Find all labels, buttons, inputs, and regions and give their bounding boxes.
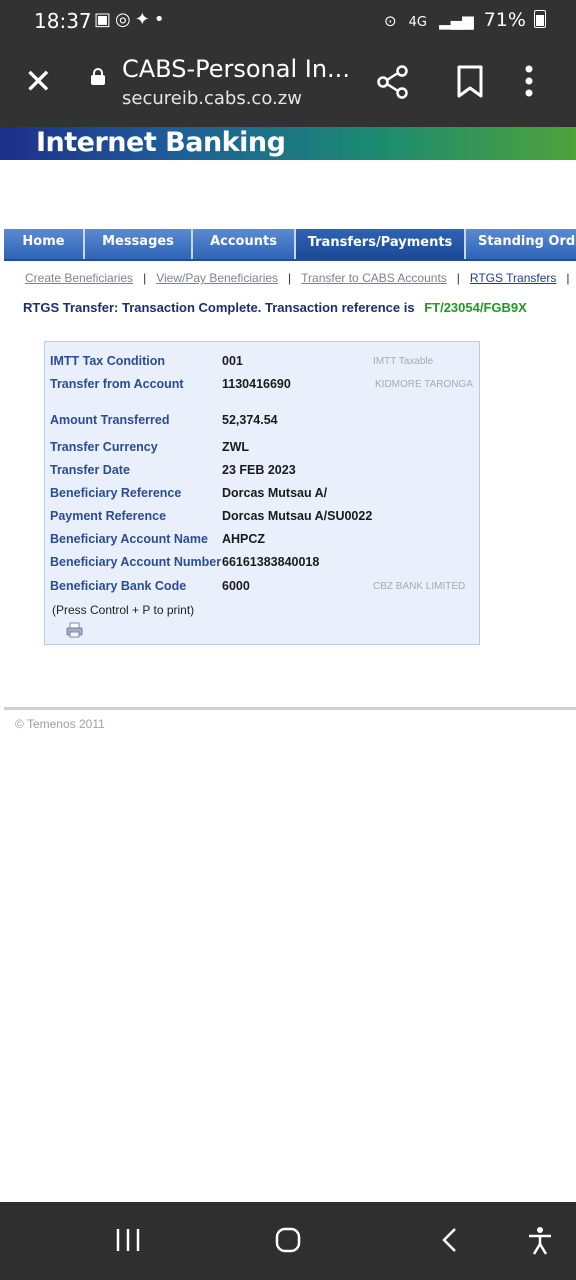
transaction-reference: FT/23054/FGB9X [424, 300, 527, 315]
detail-label: Amount Transferred [50, 413, 170, 427]
lock-icon [91, 68, 105, 85]
detail-value: 1130416690 [222, 377, 291, 391]
detail-label: Payment Reference [50, 509, 167, 523]
detail-value: 001 [222, 354, 243, 368]
back-icon[interactable] [440, 1226, 460, 1254]
detail-value: 23 FEB 2023 [222, 463, 296, 477]
tab-accounts[interactable]: Accounts [193, 229, 296, 259]
status-time: 18:37 [34, 9, 92, 33]
detail-label: Transfer from Account [50, 377, 184, 391]
notification-icons: ▣◎✦• [94, 9, 168, 30]
detail-value: 66161383840018 [222, 555, 320, 569]
detail-label: Beneficiary Reference [50, 486, 182, 500]
home-icon[interactable] [274, 1226, 302, 1254]
tab-messages[interactable]: Messages [85, 229, 193, 259]
transfer-details-panel: IMTT Tax Condition 001 IMTT Taxable Tran… [44, 341, 480, 645]
data-saver-icon: ⊙ [384, 12, 397, 30]
detail-label: Transfer Date [50, 463, 130, 477]
accessibility-icon[interactable] [527, 1226, 553, 1256]
printer-icon[interactable] [66, 622, 83, 638]
detail-label: Transfer Currency [50, 440, 158, 454]
copyright-text: © Temenos 2011 [15, 717, 105, 731]
battery-icon [534, 10, 546, 28]
detail-label: Beneficiary Account Name [50, 532, 208, 546]
detail-label: IMTT Tax Condition [50, 354, 166, 368]
tab-standing-orders[interactable]: Standing Orde [466, 229, 576, 259]
detail-value: 6000 [222, 579, 250, 593]
detail-note: IMTT Taxable [373, 356, 434, 367]
gallery-icon: ▣ [94, 9, 116, 30]
tab-home[interactable]: Home [4, 229, 85, 259]
page-url[interactable]: secureib.cabs.co.zw [122, 88, 302, 109]
detail-value: AHPCZ [222, 532, 266, 546]
detail-note: CBZ BANK LIMITED [373, 581, 466, 592]
more-options-icon[interactable] [524, 64, 534, 100]
browser-toolbar: ✕ CABS-Personal In... secureib.cabs.co.z… [0, 42, 576, 127]
bookmark-icon[interactable] [456, 64, 484, 100]
whatsapp-icon: ◎ [115, 9, 135, 30]
detail-note: KIDMORE TARONGA [375, 379, 473, 390]
dot-icon: • [153, 9, 169, 30]
battery-level: 71% [483, 9, 526, 31]
detail-value: Dorcas Mutsau A/ [222, 486, 328, 500]
link-view-pay-beneficiaries[interactable]: View/Pay Beneficiaries [156, 271, 278, 285]
network-type: 4G [408, 15, 428, 30]
bank-banner: Internet Banking [0, 127, 576, 160]
banner-brand: Internet Banking [36, 127, 286, 158]
detail-label: Beneficiary Account Number [50, 555, 222, 569]
twitter-icon: ✦ [134, 9, 154, 30]
page-title: CABS-Personal In... [122, 55, 350, 83]
tab-transfers-payments[interactable]: Transfers/Payments [296, 229, 466, 259]
close-icon[interactable]: ✕ [24, 62, 53, 102]
message-text: RTGS Transfer: Transaction Complete. Tra… [23, 300, 415, 315]
status-right: ⊙ 4G ▂▄▆ 71% [384, 9, 546, 31]
detail-value: Dorcas Mutsau A/SU0022 [222, 509, 373, 523]
footer-divider [4, 707, 576, 710]
link-rtgs-transfers[interactable]: RTGS Transfers [470, 271, 556, 285]
recent-apps-icon[interactable] [115, 1226, 141, 1254]
detail-value: 52,374.54 [222, 413, 278, 427]
share-icon[interactable] [375, 64, 411, 100]
detail-label: Beneficiary Bank Code [50, 579, 187, 593]
print-instructions: (Press Control + P to print) [52, 603, 195, 617]
link-transfer-cabs-accounts[interactable]: Transfer to CABS Accounts [301, 271, 447, 285]
status-bar: 18:37 ▣◎✦• ⊙ 4G ▂▄▆ 71% [0, 0, 576, 42]
detail-value: ZWL [222, 440, 250, 454]
signal-icon: ▂▄▆ [439, 12, 474, 30]
main-nav: Home Messages Accounts Transfers/Payment… [4, 229, 576, 261]
sub-navigation: Create Beneficiaries | View/Pay Beneficiar… [25, 271, 570, 285]
system-nav-bar [0, 1202, 576, 1280]
link-create-beneficiaries[interactable]: Create Beneficiaries [25, 271, 133, 285]
transaction-message: RTGS Transfer: Transaction Complete. Tra… [23, 300, 527, 315]
